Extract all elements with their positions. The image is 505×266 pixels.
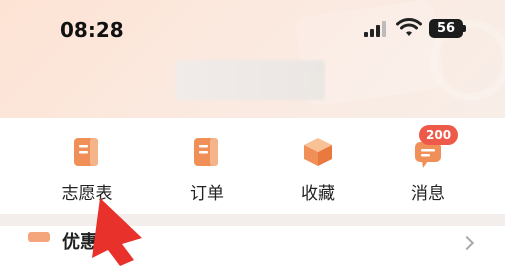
pointer-arrow-icon [92, 198, 142, 266]
menu-label: 收藏 [301, 184, 335, 204]
profile-header: 08:28 56 [0, 0, 505, 118]
order-list-icon [194, 138, 218, 166]
chevron-right-icon [459, 235, 475, 251]
status-time: 08:28 [60, 18, 124, 42]
wifi-icon [396, 18, 422, 36]
menu-item-orders[interactable]: 订单 [157, 126, 257, 212]
coupon-section-row[interactable]: 优惠 [0, 226, 505, 266]
message-count-badge: 200 [419, 125, 459, 145]
coupon-icon [28, 232, 50, 242]
cellular-signal-icon [364, 21, 386, 37]
box-icon [304, 138, 332, 166]
document-icon [74, 138, 98, 166]
app-screen: 08:28 56 志愿表 订单 收藏 消息 200 优惠 [0, 0, 505, 266]
blurred-username [175, 60, 325, 100]
battery-indicator: 56 [429, 19, 463, 38]
menu-label: 消息 [411, 184, 445, 204]
menu-item-favorites[interactable]: 收藏 [268, 126, 368, 212]
section-divider [0, 214, 505, 226]
battery-cap [463, 25, 466, 32]
menu-label: 订单 [190, 184, 224, 204]
